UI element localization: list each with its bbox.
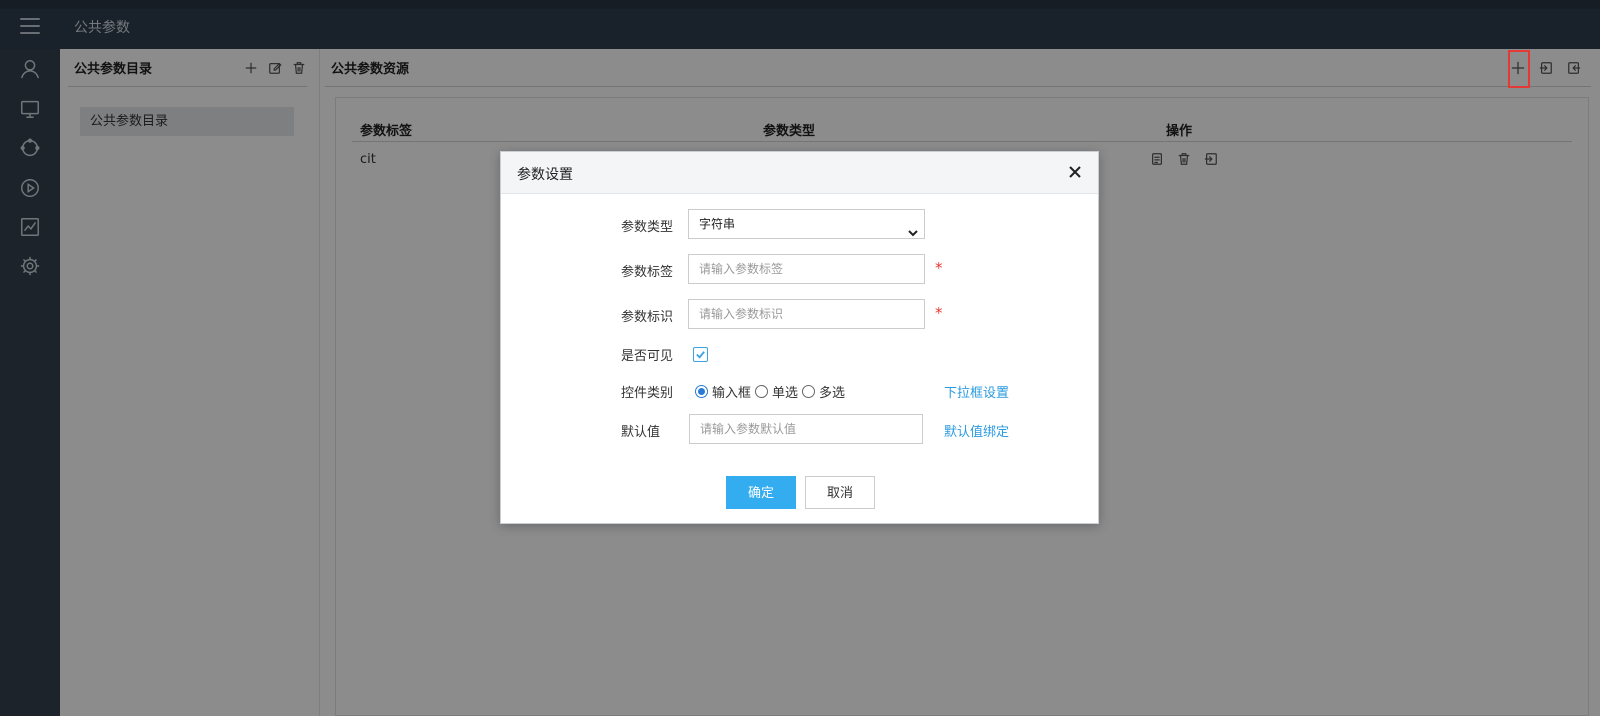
radio-input-box-label: 输入框 [712,386,752,401]
close-icon[interactable] [1066,163,1084,181]
dropdown-settings-link[interactable]: 下拉框设置 [944,382,1009,401]
required-marker: * [935,304,943,322]
control-type-row: 控件类别 输入框 单选 多选 下拉框设置 [501,375,1100,407]
default-binding-link[interactable]: 默认值绑定 [944,421,1009,440]
radio-single-label: 单选 [772,386,799,401]
label-input[interactable]: 请输入参数标签 [688,254,925,284]
check-icon [696,351,705,359]
param-settings-dialog: 参数设置 参数类型 字符串 参数标签 请输入参数标签 * 参数标识 请输入参数标… [500,151,1099,524]
default-row: 默认值 请输入参数默认值 默认值绑定 [501,414,1100,446]
visible-label: 是否可见 [621,349,674,364]
chevron-down-icon [908,220,918,237]
radio-multi-label: 多选 [819,386,846,401]
label-row: 参数标签 请输入参数标签 * [501,254,1100,286]
type-label: 参数类型 [621,220,674,235]
identifier-label: 参数标识 [621,310,674,325]
cancel-button[interactable]: 取消 [805,476,875,509]
type-select-value: 字符串 [699,217,736,231]
control-type-radios: 输入框 单选 多选 [691,382,845,401]
type-select[interactable]: 字符串 [688,209,925,239]
radio-input-box[interactable] [695,385,708,398]
type-row: 参数类型 字符串 [501,209,1100,241]
default-input[interactable]: 请输入参数默认值 [689,414,923,444]
visible-row: 是否可见 [501,338,1100,370]
identifier-row: 参数标识 请输入参数标识 * [501,299,1100,331]
label-label: 参数标签 [621,265,674,280]
dialog-header: 参数设置 [501,152,1098,194]
radio-single[interactable] [755,385,769,398]
identifier-input[interactable]: 请输入参数标识 [688,299,925,329]
highlight-marker [1508,50,1530,88]
dialog-title: 参数设置 [517,167,573,183]
radio-multi[interactable] [802,385,816,398]
confirm-button[interactable]: 确定 [726,476,796,509]
control-type-label: 控件类别 [621,386,674,401]
visible-checkbox[interactable] [693,347,708,362]
required-marker: * [935,259,943,277]
default-label: 默认值 [621,425,661,440]
